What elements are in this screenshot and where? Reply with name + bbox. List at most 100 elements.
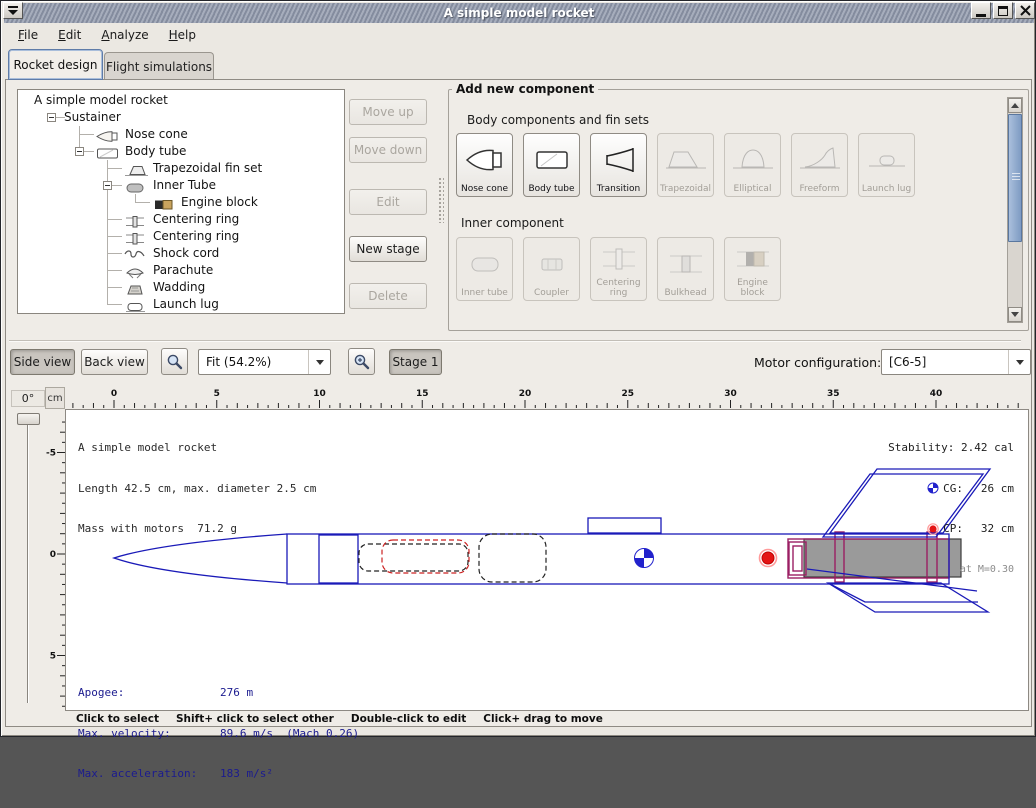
component-button-label: Bulkhead [664,288,706,298]
motor-configuration-combobox[interactable]: [C6-5] [881,349,1031,375]
scrollbar-thumb[interactable] [1008,114,1022,242]
rocket-figure-canvas[interactable]: A simple model rocket Length 42.5 cm, ma… [65,409,1029,711]
scroll-up-button[interactable] [1008,98,1022,113]
add-engine-block-button: Engine block [724,237,781,301]
tree-item-nose-cone[interactable]: Nose cone [18,126,344,143]
zoom-level-combobox[interactable]: Fit (54.2%) [198,349,331,375]
tree-item-label: Centering ring [153,229,239,243]
tree-expander-minus[interactable] [103,181,112,190]
svg-text:5: 5 [50,652,56,662]
rocket-info-text: A simple model rocket Length 42.5 cm, ma… [78,414,316,563]
separator [9,340,1021,342]
cp-label: CP: [943,522,963,536]
window-menu-icon [6,4,20,17]
side-view-button[interactable]: Side view [10,349,75,375]
tree-item-label: Parachute [153,263,213,277]
tree-item-label: Centering ring [153,212,239,226]
component-tree[interactable]: A simple model rocketSustainerNose coneB… [17,89,345,314]
title-bar: A simple model rocket [4,3,1034,23]
component-button-label: Elliptical [734,184,772,194]
minimize-icon [976,14,986,17]
move-down-button: Move down [349,137,427,163]
cg-row: CG: 26 cm [888,482,1014,496]
maximize-icon [998,6,1008,16]
tree-item-centering-ring[interactable]: Centering ring [18,211,344,228]
add-launch-lug-button: Launch lug [858,133,915,197]
close-button[interactable] [1015,2,1035,19]
stability-line: Stability: 2.42 cal [888,441,1014,455]
nose-shoulder[interactable] [319,535,358,583]
delete-button: Delete [349,283,427,309]
tree-item-label: Launch lug [153,297,219,311]
tree-guide-line [107,194,108,211]
add-coupler-button: Coupler [523,237,580,301]
zoom-in-button[interactable] [348,348,375,375]
launch-lug-icon [123,298,149,311]
maximize-button[interactable] [993,2,1013,19]
nose-cone-icon [95,128,121,141]
apogee-row: Apogee: 276 m [78,686,359,700]
launch-lug-outline[interactable] [588,518,661,533]
tree-item-inner-tube[interactable]: Inner Tube [18,177,344,194]
new-stage-button[interactable]: New stage [349,236,427,262]
tree-item-trapezoidal-fin-set[interactable]: Trapezoidal fin set [18,160,344,177]
tree-expander-minus[interactable] [75,147,84,156]
arrow-down-icon [1011,312,1019,317]
wadding-outline[interactable] [479,534,546,582]
shock-cord-icon [123,247,149,260]
component-panel-scrollbar[interactable] [1007,97,1023,323]
shock-cord-outline[interactable] [359,544,468,571]
tree-expander-minus[interactable] [47,113,56,122]
tab-rocket-design[interactable]: Rocket design [8,49,103,80]
menu-edit[interactable]: Edit [49,26,90,44]
component-button-label: Launch lug [862,184,911,194]
menu-help[interactable]: Help [160,26,205,44]
max-velocity-label: Max. velocity: [78,727,220,741]
status-hint: Double-click to edit [351,713,466,725]
cp-marker [760,550,777,567]
rotation-slider-handle[interactable] [17,413,40,425]
add-nose-cone-button[interactable]: Nose cone [456,133,513,197]
tree-item-label: Body tube [125,144,186,158]
chevron-down-icon [1008,350,1030,374]
tree-item-sustainer[interactable]: Sustainer [18,109,344,126]
nose-cone-icon [463,136,507,184]
max-velocity-row: Max. velocity: 89.6 m/s (Mach 0.26) [78,727,359,741]
add-body-tube-button[interactable]: Body tube [523,133,580,197]
menu-file[interactable]: File [9,26,47,44]
split-pane-grip[interactable] [438,177,444,223]
inner-components-row: Inner tubeCouplerCentering ringBulkheadE… [456,237,781,301]
tab-flight-simulations[interactable]: Flight simulations [104,52,214,80]
tree-item-shock-cord[interactable]: Shock cord [18,245,344,262]
horizontal-ruler: 0510152025303540 [65,387,1029,409]
back-view-button[interactable]: Back view [81,349,148,375]
menu-analyze[interactable]: Analyze [92,26,157,44]
stage-1-toggle[interactable]: Stage 1 [389,349,442,375]
add-elliptical-button: Elliptical [724,133,781,197]
scroll-down-button[interactable] [1008,307,1022,322]
tree-item-body-tube[interactable]: Body tube [18,143,344,160]
svg-text:10: 10 [313,389,326,399]
engine-block-inner [793,546,802,571]
trapezoidal-icon [664,136,708,184]
cp-icon [927,523,939,535]
tree-item-wadding[interactable]: Wadding [18,279,344,296]
tree-item-centering-ring[interactable]: Centering ring [18,228,344,245]
inner-tube-icon [123,179,149,192]
tree-item-a-simple-model-rocket[interactable]: A simple model rocket [18,92,344,109]
ruler-unit-label: cm [45,387,65,409]
cg-marker [635,549,654,568]
parachute-outline[interactable] [382,540,469,573]
rocket-dimensions-line: Length 42.5 cm, max. diameter 2.5 cm [78,482,316,496]
tree-item-parachute[interactable]: Parachute [18,262,344,279]
body-tube-icon [530,136,574,184]
add-transition-button[interactable]: Transition [590,133,647,197]
tree-item-launch-lug[interactable]: Launch lug [18,296,344,313]
minimize-button[interactable] [971,2,991,19]
window-menu-button[interactable] [3,2,23,19]
tree-item-engine-block[interactable]: Engine block [18,194,344,211]
apogee-value: 276 m [220,686,253,700]
body-components-row: Nose coneBody tubeTransitionTrapezoidalE… [456,133,915,197]
rotation-slider-track[interactable] [27,415,29,703]
zoom-out-button[interactable] [161,348,188,375]
